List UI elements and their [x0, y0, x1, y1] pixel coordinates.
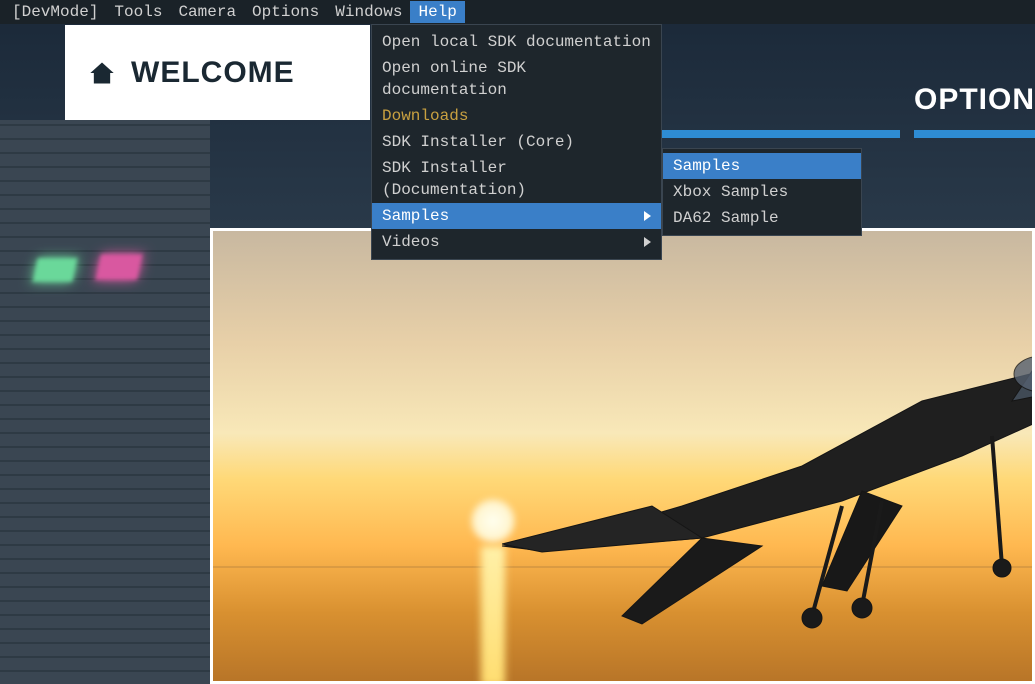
tab-options[interactable]: OPTION	[914, 83, 1035, 117]
help-dropdown: Open local SDK documentation Open online…	[371, 24, 662, 260]
aircraft-preview-panel	[210, 228, 1035, 684]
menubar-options[interactable]: Options	[244, 1, 327, 23]
menu-open-online-sdk-docs[interactable]: Open online SDK documentation	[372, 55, 661, 103]
hangar-light-green	[32, 258, 77, 282]
tab-underline-2	[914, 130, 1035, 138]
tab-welcome-label: WELCOME	[131, 56, 295, 90]
chevron-right-icon	[644, 211, 651, 221]
hangar-light-pink	[95, 254, 143, 280]
menu-sdk-installer-docs[interactable]: SDK Installer (Documentation)	[372, 155, 661, 203]
submenu-samples[interactable]: Samples	[663, 153, 861, 179]
menu-downloads-section: Downloads	[372, 103, 661, 129]
home-icon	[87, 59, 117, 87]
dev-menubar: [DevMode] Tools Camera Options Windows H…	[0, 0, 1035, 24]
submenu-xbox-samples[interactable]: Xbox Samples	[663, 179, 861, 205]
menubar-tools[interactable]: Tools	[106, 1, 170, 23]
chevron-right-icon	[644, 237, 651, 247]
fighter-jet	[502, 306, 1035, 646]
samples-submenu: Samples Xbox Samples DA62 Sample	[662, 148, 862, 236]
menubar-help[interactable]: Help	[410, 1, 464, 23]
submenu-da62-sample[interactable]: DA62 Sample	[663, 205, 861, 231]
menubar-devmode[interactable]: [DevMode]	[4, 1, 106, 23]
menubar-windows[interactable]: Windows	[327, 1, 410, 23]
menu-samples[interactable]: Samples	[372, 203, 661, 229]
tab-welcome[interactable]: WELCOME	[65, 25, 370, 120]
menubar-camera[interactable]: Camera	[170, 1, 244, 23]
menu-videos[interactable]: Videos	[372, 229, 661, 255]
menu-open-local-sdk-docs[interactable]: Open local SDK documentation	[372, 29, 661, 55]
menu-sdk-installer-core[interactable]: SDK Installer (Core)	[372, 129, 661, 155]
tab-options-label: OPTION	[914, 83, 1035, 116]
